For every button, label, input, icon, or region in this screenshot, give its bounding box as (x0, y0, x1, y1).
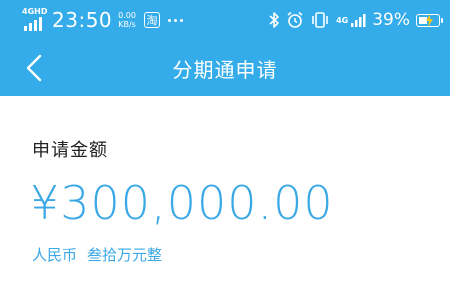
nav-bar: 分期通申请 (0, 40, 450, 96)
battery-percent: 39% (372, 10, 410, 30)
status-bar-left: 4GHD 23:50 0.00 KB/s 淘 (22, 6, 183, 34)
network-speed-unit: KB/s (118, 20, 136, 29)
status-bar: 4GHD 23:50 0.00 KB/s 淘 4G 39% (0, 0, 450, 40)
vibrate-icon (312, 12, 328, 28)
page-title: 分期通申请 (172, 58, 278, 82)
amount-in-words: 人民币 叁拾万元整 (32, 244, 162, 265)
amount-value: ¥300,000.00 (30, 176, 334, 230)
signal-icon (351, 14, 366, 27)
alarm-icon (287, 11, 303, 28)
bluetooth-icon (269, 12, 279, 28)
signal-indicator: 4GHD (22, 7, 48, 33)
network-type-label: 4GHD (22, 7, 48, 16)
status-time: 23:50 (52, 8, 113, 32)
application-card: 申请金额 ¥300,000.00 人民币 叁拾万元整 (0, 96, 450, 300)
battery-charging-icon (416, 13, 443, 27)
more-dots-icon (167, 18, 183, 22)
network-speed: 0.00 KB/s (118, 11, 136, 29)
currency-label: 人民币 (32, 246, 78, 264)
taobao-notification-icon: 淘 (143, 12, 160, 28)
network-speed-value: 0.00 (118, 11, 136, 20)
network-type-label-right: 4G (336, 15, 349, 25)
status-bar-right: 4G 39% (268, 6, 443, 34)
amount-words-text: 叁拾万元整 (87, 246, 163, 264)
signal-icon (24, 17, 42, 31)
amount-label: 申请金额 (32, 140, 108, 161)
